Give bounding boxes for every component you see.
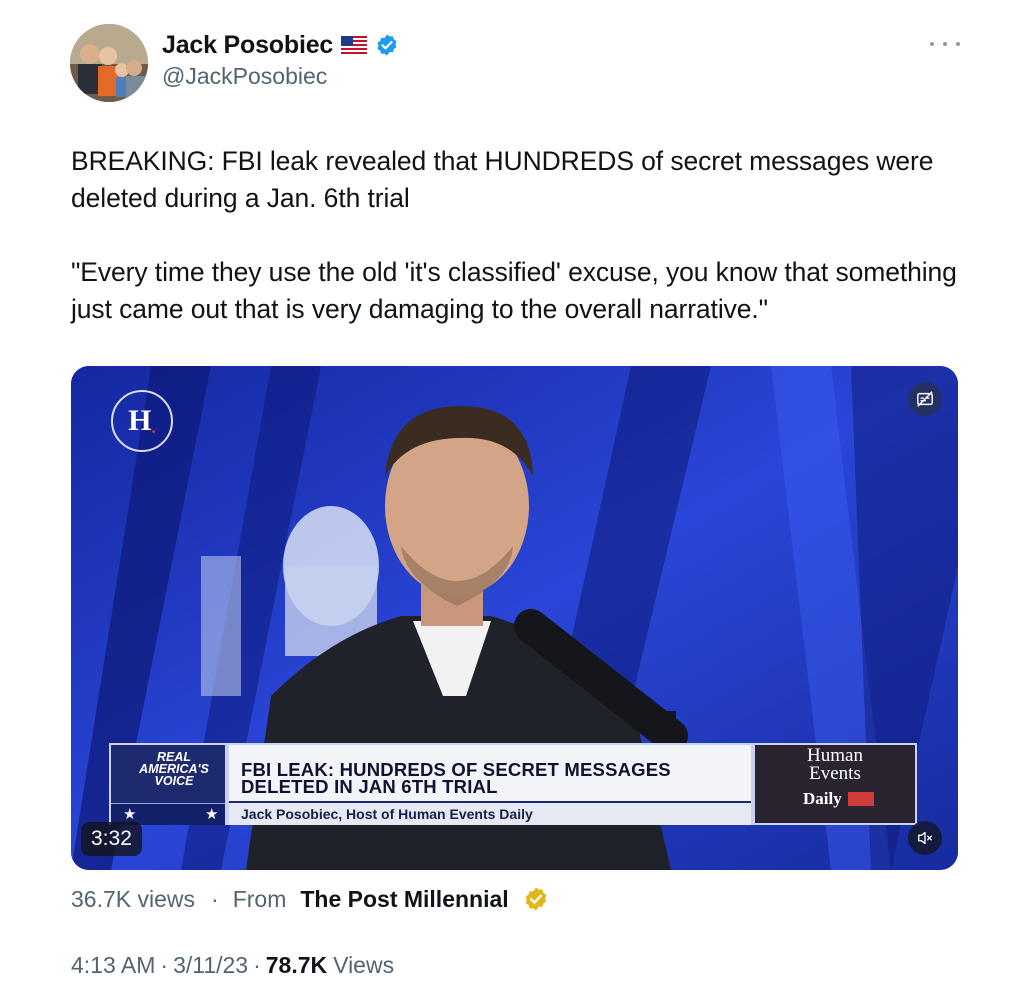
video-meta-row: 36.7K views · From The Post Millennial	[71, 881, 549, 917]
more-options-button[interactable]	[930, 36, 960, 52]
separator: ·	[253, 951, 261, 978]
timestamp-row: 4:13 AM · 3/11/23 · 78.7K Views	[71, 948, 394, 982]
gold-verified-badge-icon	[523, 886, 549, 912]
tweet-date[interactable]: 3/11/23	[173, 952, 248, 979]
views-label: Views	[333, 951, 395, 978]
views-count: 78.7K	[265, 951, 328, 978]
tweet-time[interactable]: 4:13 AM	[71, 952, 155, 979]
channel-logo: H.	[111, 390, 173, 452]
from-label: From	[232, 885, 287, 912]
captions-off-icon[interactable]	[908, 382, 942, 416]
network-name: REAL AMERICA'S VOICE	[139, 750, 209, 788]
star-icon: ★	[123, 806, 137, 823]
show-logo-line: Events	[809, 763, 861, 784]
avatar[interactable]	[70, 24, 148, 102]
network-logo: REAL AMERICA'S VOICE ★ ★	[109, 743, 227, 825]
banner-subtitle: Jack Posobiec, Host of Human Events Dail…	[241, 806, 533, 822]
video-duration: 3:32	[81, 822, 142, 856]
mute-icon[interactable]	[908, 821, 942, 855]
author-name-row: Jack Posobiec	[162, 30, 399, 60]
more-dot-icon	[930, 42, 934, 46]
banner-headline: FBI LEAK: HUNDREDS OF SECRET MESSAGES DE…	[241, 759, 671, 797]
show-logo-line: Daily	[803, 789, 842, 808]
more-dot-icon	[943, 42, 947, 46]
video-views: 36.7K views	[71, 885, 196, 912]
more-dot-icon	[956, 42, 960, 46]
avatar-photo	[70, 24, 148, 102]
verified-badge-icon	[375, 33, 399, 57]
separator: ·	[211, 885, 219, 912]
headline-panel: FBI LEAK: HUNDREDS OF SECRET MESSAGES DE…	[227, 743, 753, 825]
lower-third-banner: REAL AMERICA'S VOICE ★ ★ FBI LEAK: HUNDR…	[109, 743, 917, 825]
us-flag-icon	[341, 36, 368, 54]
show-logo: Human Events Daily	[753, 743, 917, 825]
video-player[interactable]: H. REAL AMERICA'S VOICE ★ ★ FBI LEAK: HU…	[71, 366, 958, 870]
star-icon: ★	[205, 806, 219, 823]
author-display-name[interactable]: Jack Posobiec	[162, 31, 333, 60]
separator: ·	[160, 951, 169, 978]
author-handle[interactable]: @JackPosobiec	[162, 63, 327, 90]
tweet-card: Jack Posobiec @JackPosobiec BREAKING: FB…	[0, 0, 1015, 983]
source-name-link[interactable]: The Post Millennial	[300, 886, 508, 913]
tweet-text: BREAKING: FBI leak revealed that HUNDRED…	[71, 146, 957, 324]
